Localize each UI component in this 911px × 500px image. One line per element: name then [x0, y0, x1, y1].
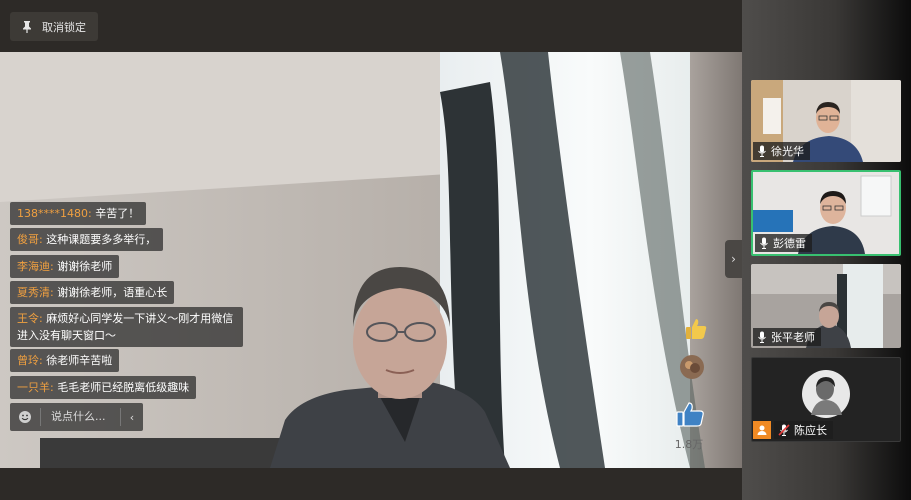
- avatar: [802, 370, 850, 418]
- chat-text: 毛毛老师已经脱离低级趣味: [57, 381, 190, 394]
- mic-icon: [760, 237, 768, 249]
- chat-sender: 夏秀清:: [17, 286, 54, 299]
- bottom-bar: [0, 468, 742, 500]
- chat-sender: 李海迪:: [17, 260, 54, 273]
- thumbs-up-gold-icon[interactable]: [683, 316, 709, 346]
- mic-icon: [758, 331, 766, 343]
- participant-label: 张平老师: [753, 328, 821, 346]
- unlock-layout-button[interactable]: 取消锁定: [10, 12, 98, 41]
- chat-message: 俊哥: 这种课题要多多举行，: [10, 228, 164, 251]
- like-count: 1.8万: [674, 438, 704, 451]
- participant-name: 陈应长: [794, 424, 827, 437]
- mic-icon: [758, 145, 766, 157]
- person-badge-icon: [753, 421, 771, 439]
- pin-icon: [23, 20, 31, 33]
- chat-message: 李海迪: 谢谢徐老师: [10, 255, 120, 278]
- top-bar: 取消锁定: [0, 0, 742, 52]
- chat-text: 辛苦了！: [95, 207, 140, 220]
- participant-name: 徐光华: [771, 145, 804, 158]
- chat-sender: 一只羊:: [17, 381, 54, 394]
- unlock-layout-label: 取消锁定: [42, 20, 86, 34]
- chat-message: 夏秀清: 谢谢徐老师，语重心长: [10, 281, 175, 304]
- participant-tile[interactable]: 张平老师: [751, 264, 901, 348]
- participant-tile-no-video[interactable]: 陈应长: [751, 357, 901, 442]
- participant-label: 陈应长: [774, 421, 833, 439]
- meeting-window: 取消锁定 138****1480: 辛苦了！ 俊哥: 这种课题要多多举行， 李海…: [0, 0, 911, 500]
- chat-input[interactable]: 说点什么...: [40, 408, 121, 426]
- chat-text: 谢谢徐老师，语重心长: [57, 286, 168, 299]
- chat-message: 一只羊: 毛毛老师已经脱离低级趣味: [10, 376, 197, 399]
- participant-label: 彭德雷: [755, 234, 812, 252]
- chat-input-bar: 说点什么... ‹: [10, 403, 143, 431]
- smiley-icon[interactable]: [10, 410, 40, 424]
- main-video: 138****1480: 辛苦了！ 俊哥: 这种课题要多多举行， 李海迪: 谢谢…: [0, 52, 742, 468]
- viewer-avatar[interactable]: [679, 354, 705, 384]
- chat-text: 这种课题要多多举行，: [46, 233, 157, 246]
- participant-tile[interactable]: 徐光华: [751, 80, 901, 162]
- chat-sender: 俊哥:: [17, 233, 43, 246]
- chat-text: 谢谢徐老师: [57, 260, 113, 273]
- chevron-left-icon[interactable]: ‹: [121, 411, 143, 424]
- chat-message: 138****1480: 辛苦了！: [10, 202, 147, 225]
- participant-name: 彭德雷: [773, 237, 806, 250]
- chat-sender: 王令:: [17, 312, 43, 325]
- chevron-right-icon[interactable]: ›: [725, 240, 742, 278]
- chat-message: 王令: 麻烦好心同学发一下讲义～刚才用微信进入没有聊天窗口～: [10, 307, 243, 347]
- thumbs-up-icon[interactable]: [674, 400, 706, 434]
- chat-sender: 138****1480:: [17, 207, 92, 220]
- participant-name: 张平老师: [771, 331, 815, 344]
- chat-text: 麻烦好心同学发一下讲义～刚才用微信进入没有聊天窗口～: [17, 312, 234, 342]
- chat-sender: 曾玲:: [17, 354, 43, 367]
- chat-message: 曾玲: 徐老师辛苦啦: [10, 349, 120, 372]
- chat-text: 徐老师辛苦啦: [46, 354, 113, 367]
- mic-muted-icon: [778, 424, 790, 436]
- participant-label: 徐光华: [753, 142, 810, 160]
- participant-tile-active[interactable]: 彭德雷: [751, 170, 901, 256]
